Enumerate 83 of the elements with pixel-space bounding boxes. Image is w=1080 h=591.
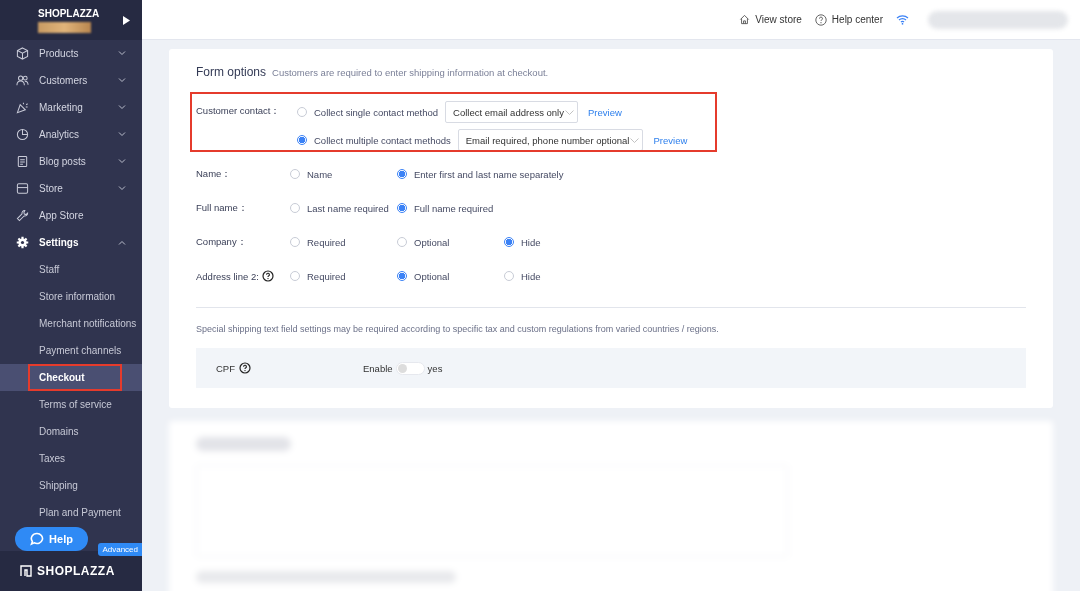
nav-subitem[interactable]: Plan and Payment	[0, 499, 142, 526]
pie-icon	[16, 128, 29, 141]
nav-label: Customers	[39, 75, 89, 86]
nav-label: Products	[39, 48, 80, 59]
preview-link[interactable]: Preview	[653, 134, 688, 146]
help-icon[interactable]	[239, 362, 251, 374]
nav-label: Store	[39, 183, 64, 194]
dropdown[interactable]: Email required, phone number optional	[457, 129, 644, 151]
radio-button[interactable]	[397, 203, 407, 213]
preview-link[interactable]: Preview	[588, 106, 622, 118]
radio-button[interactable]	[297, 135, 307, 145]
nav-label: Settings	[39, 237, 80, 248]
nav-label: Blog posts	[39, 156, 87, 167]
brand-name: SHOPLAZZA	[38, 7, 101, 19]
doc-icon	[16, 155, 29, 168]
toggle-label: Enable	[363, 362, 393, 374]
help-icon	[814, 13, 827, 26]
radio-option[interactable]: Optional	[397, 236, 504, 248]
nav-label: Analytics	[39, 129, 80, 140]
radio-option[interactable]: Hide	[504, 236, 611, 248]
radio-option[interactable]: Required	[290, 236, 397, 248]
nav-subitem[interactable]: Shipping	[0, 472, 142, 499]
party-icon	[16, 101, 29, 114]
field-label: Customer contact：	[196, 104, 282, 118]
nav-item[interactable]: Blog posts	[0, 148, 142, 175]
nav-label: Marketing	[39, 102, 84, 113]
nav-item[interactable]: App Store	[0, 202, 142, 229]
caret-icon	[565, 109, 574, 115]
field-label: CPF	[216, 362, 235, 374]
store-name-redaction	[38, 21, 91, 33]
note-text: Special shipping text field settings may be required according to specific tax and custom regulations from varied countries / regions.	[196, 324, 720, 334]
toggle-value: yes	[427, 362, 443, 374]
radio-option[interactable]: Last name required	[290, 202, 397, 214]
nav-subitem[interactable]: Taxes	[0, 445, 142, 472]
radio-option[interactable]: Name	[290, 168, 397, 180]
field-label: Name：	[196, 167, 232, 181]
radio-button[interactable]	[397, 169, 407, 179]
dropdown[interactable]: Collect email address only	[445, 101, 578, 123]
radio-option[interactable]: Hide	[504, 270, 611, 282]
settings-icon	[16, 236, 29, 249]
help-icon[interactable]	[261, 270, 274, 282]
chat-icon	[30, 532, 45, 546]
nav-subitem[interactable]: Staff	[0, 256, 142, 283]
radio-option[interactable]: Enter first and last name separately	[397, 168, 564, 180]
section-title: Form options	[196, 65, 267, 79]
nav-subitem[interactable]: Merchant notifications	[0, 310, 142, 337]
wrench-icon	[16, 209, 29, 222]
store-icon	[16, 182, 29, 195]
field-label: Full name：	[196, 201, 248, 215]
nav-item[interactable]: Analytics	[0, 121, 142, 148]
nav-item[interactable]: Store	[0, 175, 142, 202]
nav-subitem[interactable]: Store information	[0, 283, 142, 310]
nav-subitem[interactable]: Domains	[0, 418, 142, 445]
section-subtitle: Customers are required to enter shipping information at checkout.	[272, 67, 549, 78]
radio-option[interactable]: Full name required	[397, 202, 504, 214]
nav-item[interactable]: Products	[0, 40, 142, 67]
nav-label: App Store	[39, 210, 85, 221]
field-label: Company：	[196, 235, 247, 249]
radio-button[interactable]	[504, 237, 514, 247]
caret-icon	[630, 137, 640, 143]
radio-option[interactable]: Collect single contact method	[297, 106, 439, 118]
header-link[interactable]: View store	[739, 14, 802, 25]
radio-button[interactable]	[397, 271, 407, 281]
nav-subitem[interactable]: Payment channels	[0, 337, 142, 364]
nav-item[interactable]: Marketing	[0, 94, 142, 121]
field-label: Address line 2:	[196, 270, 259, 282]
wifi-icon	[896, 14, 909, 25]
plan-badge: Advanced	[98, 543, 142, 556]
logo-icon	[20, 565, 32, 577]
nav-item[interactable]: Settings	[0, 229, 142, 256]
nav-subitem[interactable]: Checkout	[0, 364, 142, 391]
home-icon	[739, 14, 751, 25]
box-icon	[16, 47, 29, 60]
nav-subitem[interactable]: Terms of service	[0, 391, 142, 418]
footer-logo: SHOPLAZZA	[37, 564, 115, 578]
people-icon	[16, 74, 29, 87]
nav-item[interactable]: Customers	[0, 67, 142, 94]
radio-option[interactable]: Required	[290, 270, 397, 282]
toggle-switch[interactable]	[395, 361, 425, 375]
radio-option[interactable]: Optional	[397, 270, 504, 282]
play-icon[interactable]	[123, 15, 130, 25]
radio-option[interactable]: Collect multiple contact methods	[297, 134, 451, 146]
header-link[interactable]: Help center	[814, 13, 883, 26]
